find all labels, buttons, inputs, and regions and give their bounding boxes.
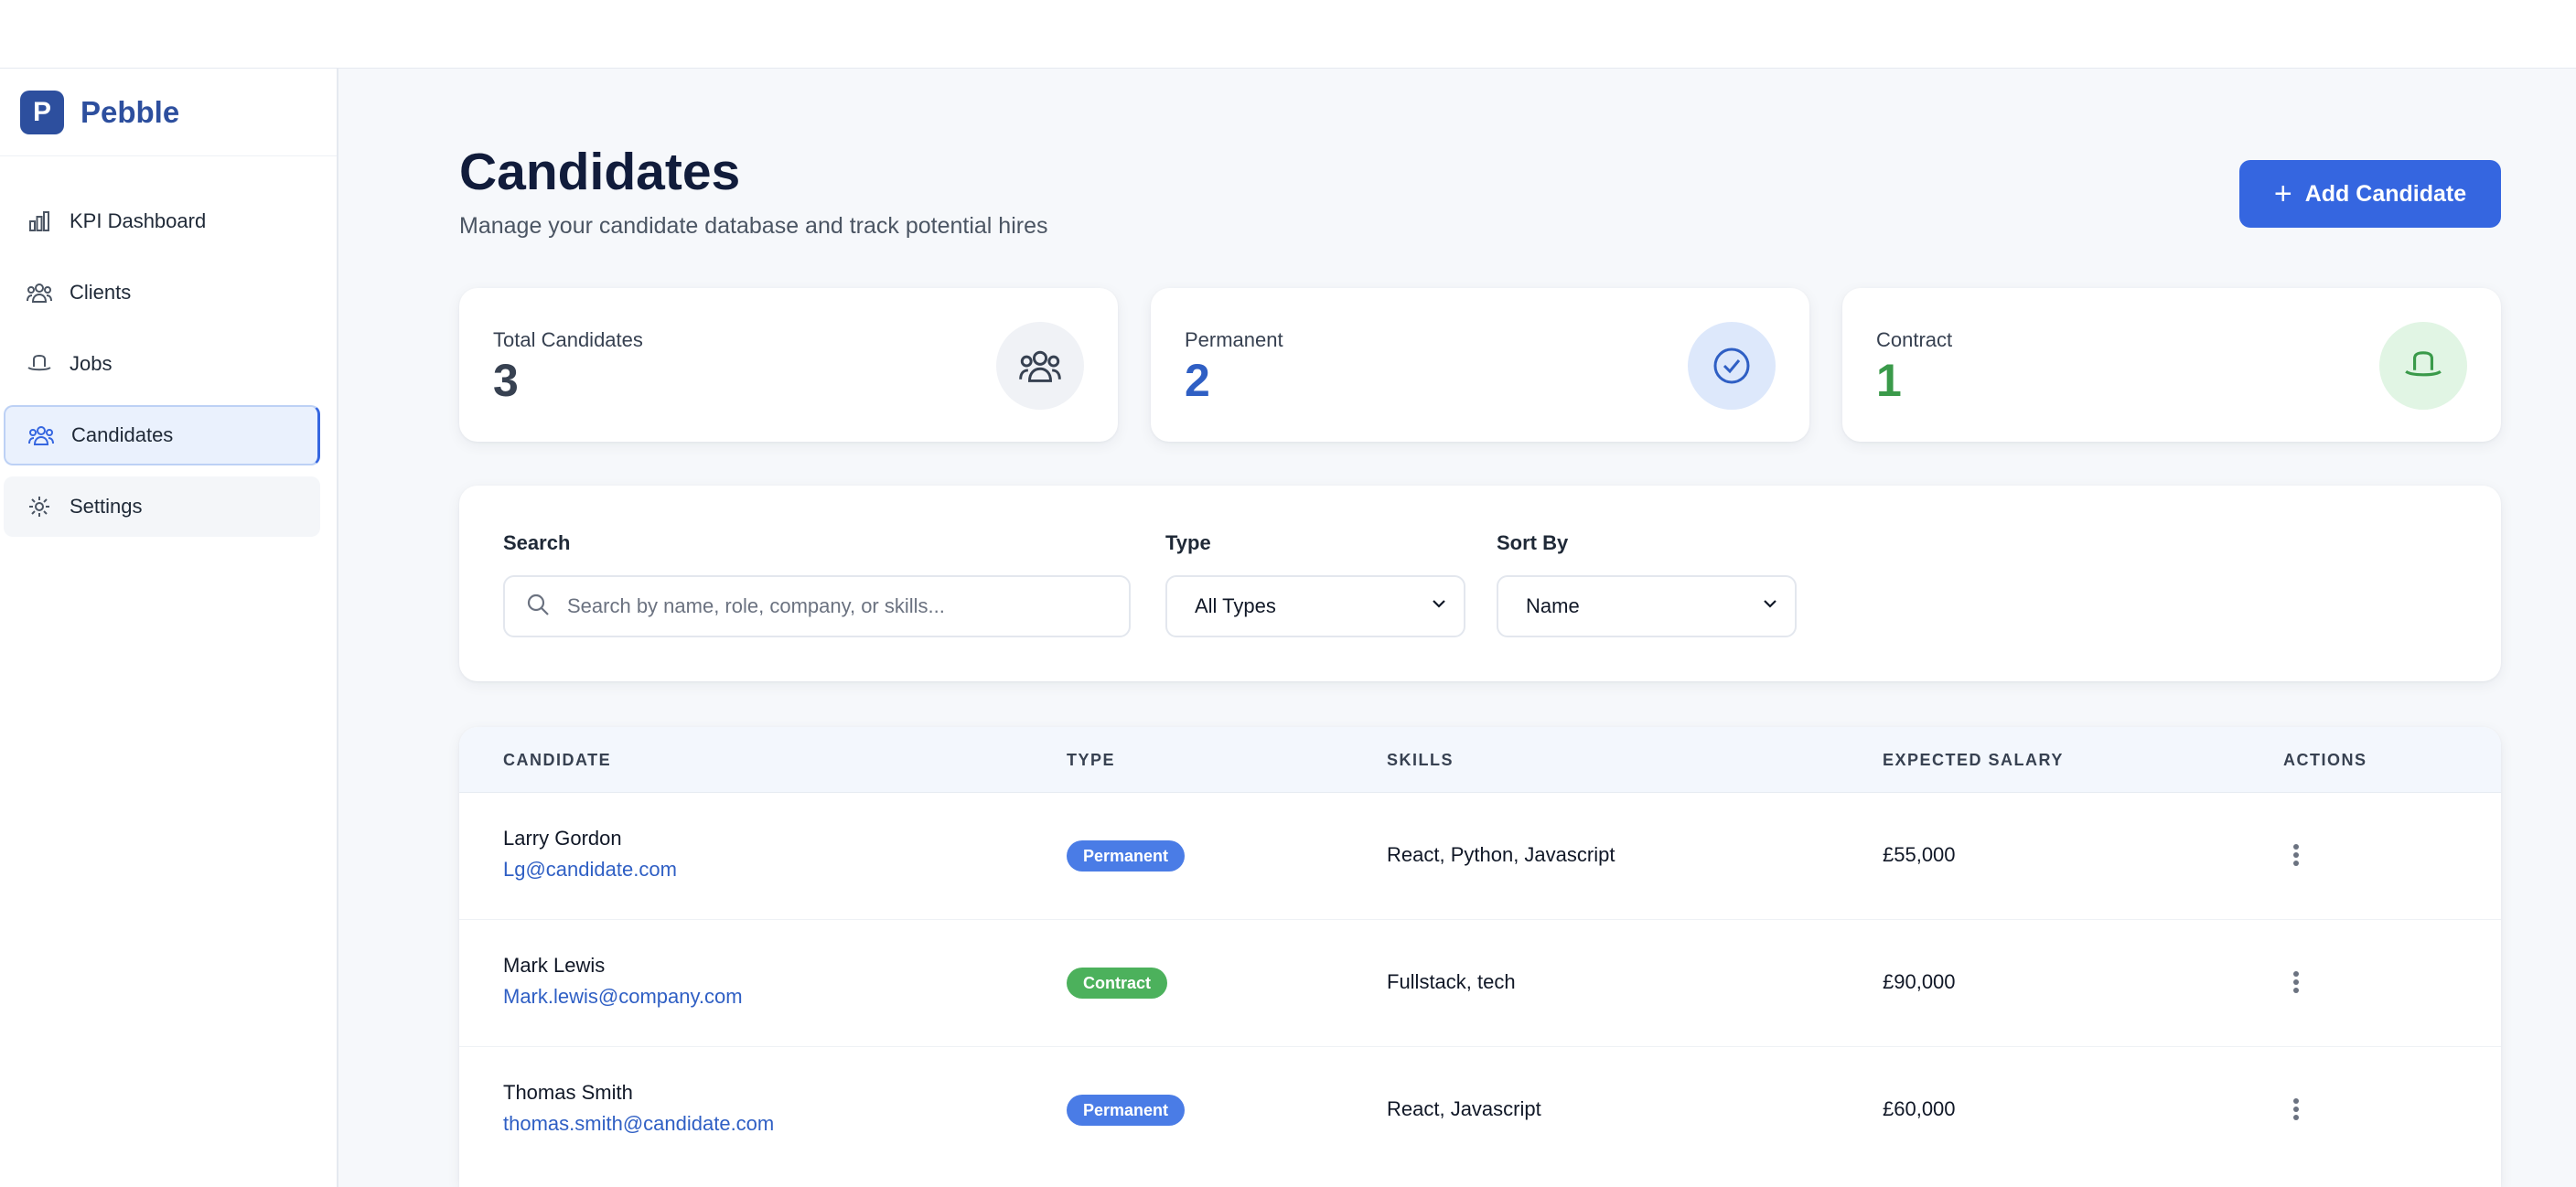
chevron-down-icon xyxy=(1429,594,1449,619)
column-header-candidate: CANDIDATE xyxy=(503,751,612,769)
table-header: CANDIDATE TYPE SKILLS EXPECTED SALARY AC… xyxy=(459,727,2501,793)
brand-logo: P xyxy=(20,90,64,134)
sidebar-item-jobs[interactable]: Jobs xyxy=(4,334,320,394)
stat-card-total: Total Candidates 3 xyxy=(459,288,1118,442)
sort-label: Sort By xyxy=(1497,531,1569,554)
search-label: Search xyxy=(503,531,571,554)
column-header-skills: SKILLS xyxy=(1387,751,1454,769)
stat-label: Contract xyxy=(1876,328,1953,351)
top-bar xyxy=(0,0,2576,69)
stat-value: 3 xyxy=(493,355,519,406)
stat-card-permanent: Permanent 2 xyxy=(1151,288,1809,442)
type-label: Type xyxy=(1165,531,1211,554)
more-actions-icon[interactable] xyxy=(2283,1093,2309,1126)
sidebar-item-clients[interactable]: Clients xyxy=(4,262,320,323)
sort-select-value: Name xyxy=(1526,594,1580,617)
candidate-name: Mark Lewis xyxy=(503,954,606,977)
column-header-expected-salary: EXPECTED SALARY xyxy=(1883,751,2064,769)
gear-icon xyxy=(26,493,53,520)
sidebar-item-label: Candidates xyxy=(71,423,174,446)
type-select-value: All Types xyxy=(1195,594,1276,617)
column-header-actions: ACTIONS xyxy=(2283,751,2367,769)
sidebar-item-kpi-dashboard[interactable]: KPI Dashboard xyxy=(4,191,320,251)
chevron-down-icon xyxy=(1760,594,1780,619)
type-badge: Permanent xyxy=(1067,1095,1186,1126)
page-subtitle: Manage your candidate database and track… xyxy=(459,213,1048,239)
table-row[interactable]: Larry Gordon Lg@candidate.com Permanent … xyxy=(459,793,2501,920)
table-row[interactable]: Thomas Smith thomas.smith@candidate.com … xyxy=(459,1047,2501,1174)
stat-value: 2 xyxy=(1185,355,1210,406)
candidate-skills: Fullstack, tech xyxy=(1387,970,1516,993)
candidate-skills: React, Javascript xyxy=(1387,1097,1541,1120)
type-select[interactable]: All Types xyxy=(1165,575,1465,637)
stat-label: Permanent xyxy=(1185,328,1283,351)
sidebar-item-candidates[interactable]: Candidates xyxy=(4,405,320,465)
candidates-table: CANDIDATE TYPE SKILLS EXPECTED SALARY AC… xyxy=(459,727,2501,1187)
sidebar-item-label: Settings xyxy=(70,495,143,518)
search-field[interactable] xyxy=(503,575,1131,637)
brand-name: Pebble xyxy=(80,94,180,129)
candidate-salary: £60,000 xyxy=(1883,1097,1956,1120)
sidebar: P Pebble KPI Dashboard Clients Jobs Cand… xyxy=(0,69,338,1187)
people-icon xyxy=(27,422,55,449)
candidate-salary: £55,000 xyxy=(1883,843,1956,866)
hat-icon xyxy=(2379,322,2467,410)
stat-card-contract: Contract 1 xyxy=(1842,288,2501,442)
check-circle-icon xyxy=(1688,322,1776,410)
candidate-name: Thomas Smith xyxy=(503,1081,633,1104)
type-badge: Contract xyxy=(1067,968,1168,999)
table-row[interactable]: Mark Lewis Mark.lewis@company.com Contra… xyxy=(459,920,2501,1047)
stat-value: 1 xyxy=(1876,355,1902,406)
brand[interactable]: P Pebble xyxy=(0,69,337,156)
page-title: Candidates xyxy=(459,143,741,201)
bar-chart-icon xyxy=(26,208,53,235)
people-icon xyxy=(996,322,1084,410)
candidate-name: Larry Gordon xyxy=(503,827,622,850)
more-actions-icon[interactable] xyxy=(2283,966,2309,999)
type-badge: Permanent xyxy=(1067,840,1186,872)
plus-icon: + xyxy=(2273,176,2292,211)
candidate-skills: React, Python, Javascript xyxy=(1387,843,1615,866)
users-icon xyxy=(26,279,53,306)
sidebar-item-settings[interactable]: Settings xyxy=(4,476,320,537)
main-content: Candidates Manage your candidate databas… xyxy=(340,69,2576,1187)
sort-select[interactable]: Name xyxy=(1497,575,1797,637)
candidate-email-link[interactable]: Lg@candidate.com xyxy=(503,858,677,882)
sidebar-item-label: Clients xyxy=(70,281,132,304)
hat-icon xyxy=(26,350,53,378)
add-candidate-button[interactable]: + Add Candidate xyxy=(2239,160,2501,228)
sidebar-item-label: KPI Dashboard xyxy=(70,209,207,232)
column-header-type: TYPE xyxy=(1067,751,1116,769)
candidate-salary: £90,000 xyxy=(1883,970,1956,993)
candidate-email-link[interactable]: Mark.lewis@company.com xyxy=(503,985,743,1009)
add-candidate-label: Add Candidate xyxy=(2304,180,2467,207)
candidate-email-link[interactable]: thomas.smith@candidate.com xyxy=(503,1112,774,1136)
search-input[interactable] xyxy=(567,594,1116,618)
stat-label: Total Candidates xyxy=(493,328,643,351)
search-icon xyxy=(525,592,551,622)
sidebar-item-label: Jobs xyxy=(70,352,113,375)
more-actions-icon[interactable] xyxy=(2283,839,2309,872)
sidebar-nav: KPI Dashboard Clients Jobs Candidates Se… xyxy=(0,156,337,537)
